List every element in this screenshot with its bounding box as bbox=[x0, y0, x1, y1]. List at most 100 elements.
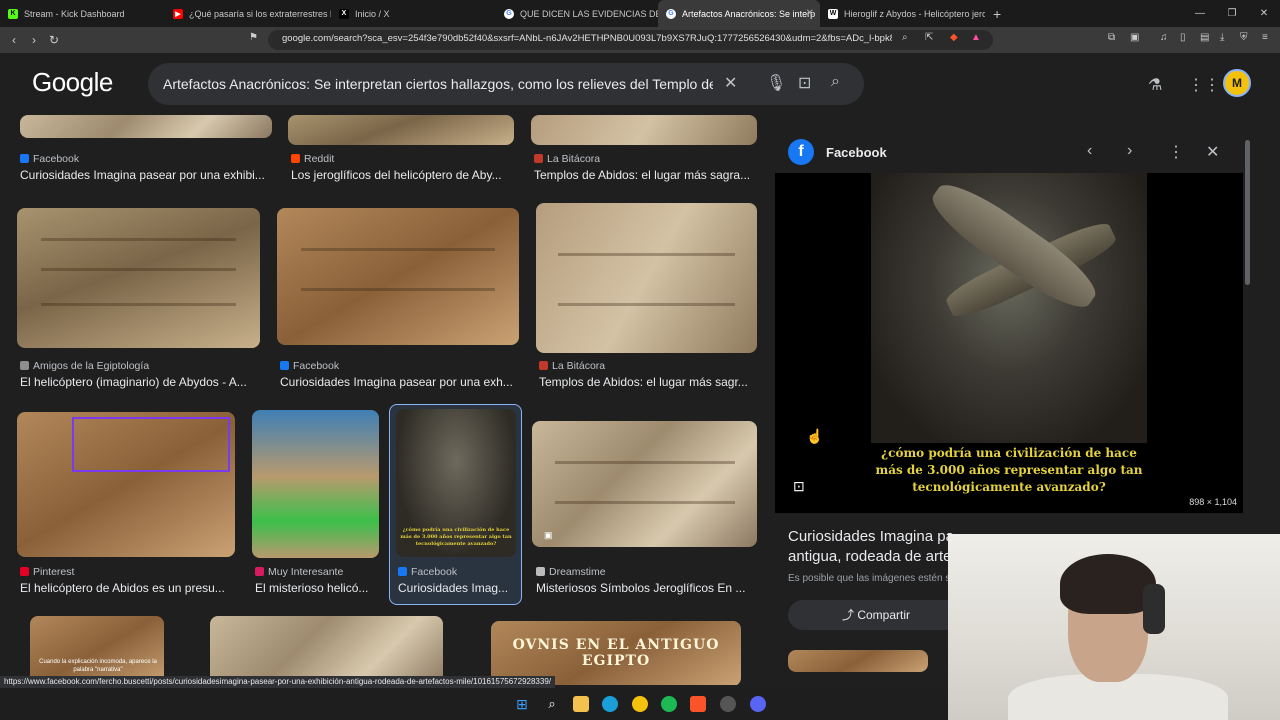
reload-icon[interactable]: ↻ bbox=[44, 33, 64, 47]
result-thumbnail[interactable]: ▣ bbox=[532, 421, 757, 547]
dreamstime-icon bbox=[536, 567, 545, 576]
preview-image[interactable]: ¿cómo podría una civilización de hace má… bbox=[775, 172, 1243, 513]
highlight-box bbox=[72, 417, 230, 472]
discord-icon[interactable] bbox=[750, 696, 766, 712]
result-title[interactable]: El helicóptero (imaginario) de Abydos - … bbox=[20, 375, 260, 389]
tab-x[interactable]: X Inicio / X bbox=[331, 0, 496, 27]
webcam-overlay bbox=[948, 534, 1280, 720]
media-icon[interactable]: ♫ bbox=[1160, 32, 1168, 43]
edge-icon[interactable] bbox=[602, 696, 618, 712]
lens-search-icon[interactable]: ⊡ bbox=[798, 73, 811, 93]
result-thumbnail[interactable] bbox=[536, 203, 757, 353]
result-thumbnail[interactable] bbox=[252, 410, 379, 558]
file-explorer-icon[interactable] bbox=[573, 696, 589, 712]
voice-search-icon[interactable]: 🎙 bbox=[766, 73, 786, 93]
brave-shield-icon[interactable]: ◆ bbox=[950, 32, 958, 43]
result-thumbnail[interactable] bbox=[531, 115, 757, 145]
clear-search-icon[interactable]: ✕ bbox=[724, 73, 737, 93]
result-thumbnail[interactable]: ¿cómo podría una civilización de hace má… bbox=[396, 409, 516, 557]
result-title[interactable]: El helicóptero de Abidos es un presu... bbox=[20, 581, 235, 595]
share-button[interactable]: ⤴ Compartir bbox=[788, 600, 964, 630]
tab-youtube[interactable]: ▶ ¿Qué pasaría si los extraterrestres ll… bbox=[165, 0, 331, 27]
address-bar: ‹ › ↻ ⚑ google.com/search?sca_esv=254f3e… bbox=[0, 27, 1280, 53]
spotify-icon[interactable] bbox=[661, 696, 677, 712]
result-source: Facebook bbox=[20, 153, 79, 165]
google-logo[interactable]: Google bbox=[32, 67, 113, 98]
tab-google-evidencias[interactable]: G QUE DICEN LAS EVIDENCIAS DE LAS bbox=[496, 0, 658, 27]
search-input[interactable]: Artefactos Anacrónicos: Se interpretan c… bbox=[163, 76, 713, 92]
search-icon[interactable]: ⌕ bbox=[544, 696, 560, 712]
result-title[interactable]: Curiosidades Imagina pasear por una exhi… bbox=[20, 168, 272, 182]
egiptologia-icon bbox=[20, 361, 29, 370]
thumb-text: Cuando la explicación incomoda, aparece … bbox=[39, 659, 157, 673]
image-dimensions: 898 × 1,104 bbox=[1189, 497, 1237, 507]
close-icon[interactable]: ✕ bbox=[1206, 142, 1219, 162]
forward-icon[interactable]: › bbox=[24, 33, 44, 47]
preview-caption: ¿cómo podría una civilización de hace má… bbox=[875, 446, 1143, 494]
wallet-icon[interactable]: ▤ bbox=[1200, 32, 1209, 43]
result-thumbnail[interactable]: Cuando la explicación incomoda, aparece … bbox=[30, 616, 164, 685]
obs-icon[interactable] bbox=[720, 696, 736, 712]
result-title[interactable]: Curiosidades Imagina pasear por una exh.… bbox=[280, 375, 518, 389]
minimize-icon[interactable]: — bbox=[1184, 0, 1216, 27]
bookmark-icon[interactable]: ⚑ bbox=[249, 32, 258, 43]
related-thumbnail[interactable] bbox=[788, 650, 928, 672]
back-icon[interactable]: ‹ bbox=[4, 33, 24, 47]
labs-icon[interactable]: ⚗ bbox=[1148, 75, 1162, 95]
tab-bar: K Stream - Kick Dashboard ▶ ¿Qué pasaría… bbox=[0, 0, 1280, 27]
google-icon: G bbox=[504, 8, 514, 19]
labitacora-icon bbox=[534, 154, 543, 163]
brave-rewards-icon[interactable]: ▲ bbox=[971, 32, 981, 43]
tab-google-artefactos[interactable]: G Artefactos Anacrónicos: Se interp ✕ bbox=[658, 0, 820, 27]
facebook-icon bbox=[280, 361, 289, 370]
previous-icon[interactable]: ‹ bbox=[1087, 142, 1092, 160]
result-title[interactable]: Templos de Abidos: el lugar más sagr... bbox=[539, 375, 755, 389]
kick-icon: K bbox=[8, 8, 18, 19]
extensions-icon[interactable]: ⧉ bbox=[1108, 32, 1115, 43]
download-icon[interactable]: ⤓ bbox=[1220, 32, 1224, 43]
result-title[interactable]: Curiosidades Imag... bbox=[398, 581, 514, 595]
result-source: Facebook bbox=[280, 360, 339, 372]
brave-icon[interactable] bbox=[690, 696, 706, 712]
tab-kick[interactable]: K Stream - Kick Dashboard bbox=[0, 0, 165, 27]
google-header: Google Artefactos Anacrónicos: Se interp… bbox=[0, 53, 1280, 115]
sidebar-icon[interactable]: ▯ bbox=[1180, 32, 1186, 43]
tab-wikipedia[interactable]: W Hieroglif z Abydos - Helicóptero jero bbox=[820, 0, 985, 27]
result-thumbnail[interactable] bbox=[288, 115, 514, 145]
result-title[interactable]: Los jeroglíficos del helicóptero de Aby.… bbox=[291, 168, 513, 182]
more-options-icon[interactable]: ⋮ bbox=[1168, 142, 1184, 162]
windows-icon[interactable]: ⊞ bbox=[514, 696, 530, 712]
maximize-icon[interactable]: ❐ bbox=[1216, 0, 1248, 27]
share-page-icon[interactable]: ⇱ bbox=[925, 32, 933, 43]
menu-icon[interactable]: ≡ bbox=[1262, 32, 1268, 43]
next-icon[interactable]: › bbox=[1127, 142, 1132, 160]
result-thumbnail[interactable] bbox=[20, 115, 272, 138]
result-thumbnail[interactable] bbox=[210, 616, 443, 685]
avatar[interactable]: M bbox=[1223, 69, 1251, 97]
result-title[interactable]: El misterioso helicó... bbox=[255, 581, 377, 595]
result-title[interactable]: Misteriosos Símbolos Jeroglíficos En ... bbox=[536, 581, 754, 595]
vpn-icon[interactable]: ⛨ bbox=[1240, 32, 1248, 43]
panel-scrollbar[interactable] bbox=[1245, 140, 1250, 285]
link-status-bar: https://www.facebook.com/fercho.buscetti… bbox=[0, 676, 555, 688]
new-tab-button[interactable]: + bbox=[985, 0, 1009, 27]
chrome-icon[interactable] bbox=[632, 696, 648, 712]
apps-grid-icon[interactable]: ⋮⋮ bbox=[1188, 75, 1220, 95]
close-window-icon[interactable]: ✕ bbox=[1248, 0, 1280, 27]
result-source: Pinterest bbox=[20, 566, 74, 578]
search-icon[interactable]: ⌕ bbox=[831, 73, 840, 91]
result-thumbnail[interactable] bbox=[17, 208, 260, 348]
search-box[interactable]: Artefactos Anacrónicos: Se interpretan c… bbox=[148, 63, 864, 105]
screenshot-icon[interactable]: ▣ bbox=[1130, 32, 1139, 43]
thumb-caption: ¿cómo podría una civilización de hace má… bbox=[400, 527, 512, 547]
result-source: Facebook bbox=[398, 566, 457, 578]
close-tab-icon[interactable]: ✕ bbox=[806, 8, 814, 19]
result-thumbnail[interactable] bbox=[17, 412, 235, 557]
panel-site-name[interactable]: Facebook bbox=[826, 145, 887, 160]
facebook-icon: f bbox=[788, 139, 814, 165]
google-icon: G bbox=[666, 8, 676, 19]
result-title[interactable]: Templos de Abidos: el lugar más sagra... bbox=[534, 168, 756, 182]
lens-icon[interactable]: ⊡ bbox=[793, 478, 805, 495]
zoom-icon[interactable]: ⌕ bbox=[902, 32, 908, 43]
result-thumbnail[interactable] bbox=[277, 208, 519, 345]
